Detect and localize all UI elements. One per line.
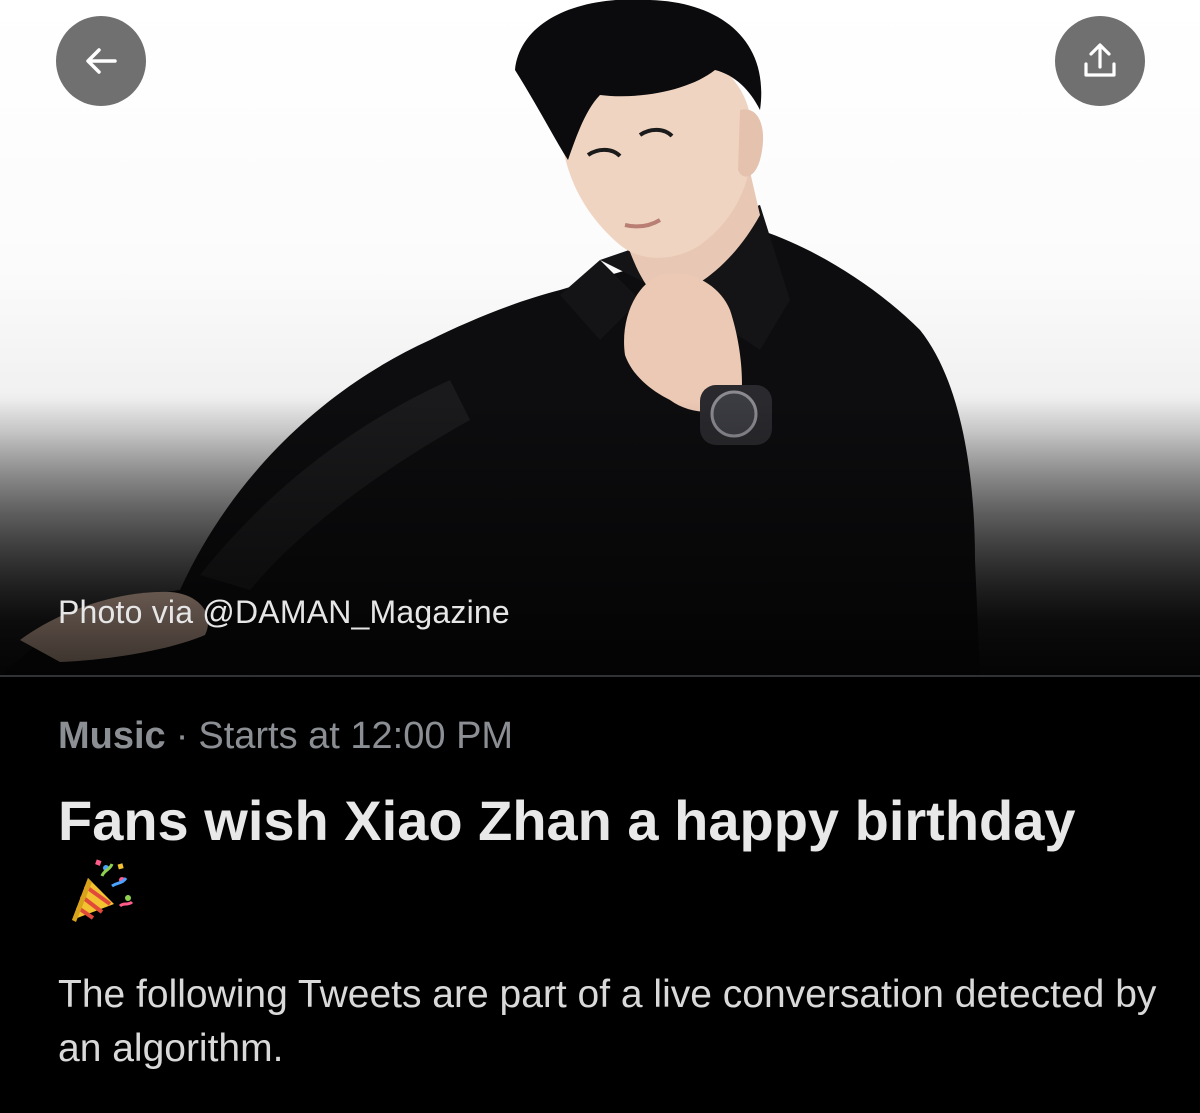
header-divider — [0, 675, 1200, 677]
event-header-photo: Photo via @DAMAN_Magazine — [0, 0, 1200, 676]
back-button[interactable] — [56, 16, 146, 106]
share-upload-icon — [1084, 43, 1116, 77]
event-page: Photo via @DAMAN_Magazine Music · Starts a… — [0, 0, 1200, 1113]
event-title-text: Fans wish Xiao Zhan a happy birthday — [58, 789, 1076, 852]
photo-credit: Photo via @DAMAN_Magazine — [58, 594, 510, 630]
event-start-time: Starts at 12:00 PM — [198, 715, 514, 757]
event-category: Music — [58, 715, 166, 757]
event-title: Fans wish Xiao Zhan a happy birthday — [58, 784, 1148, 942]
party-popper-icon — [66, 858, 136, 942]
share-button[interactable] — [1055, 16, 1145, 106]
person-portrait-image — [0, 0, 980, 676]
event-meta: Music · Starts at 12:00 PM — [58, 715, 513, 758]
event-description: The following Tweets are part of a live … — [58, 973, 1157, 1070]
arrow-left-icon — [86, 48, 117, 74]
meta-separator: · — [175, 715, 189, 757]
